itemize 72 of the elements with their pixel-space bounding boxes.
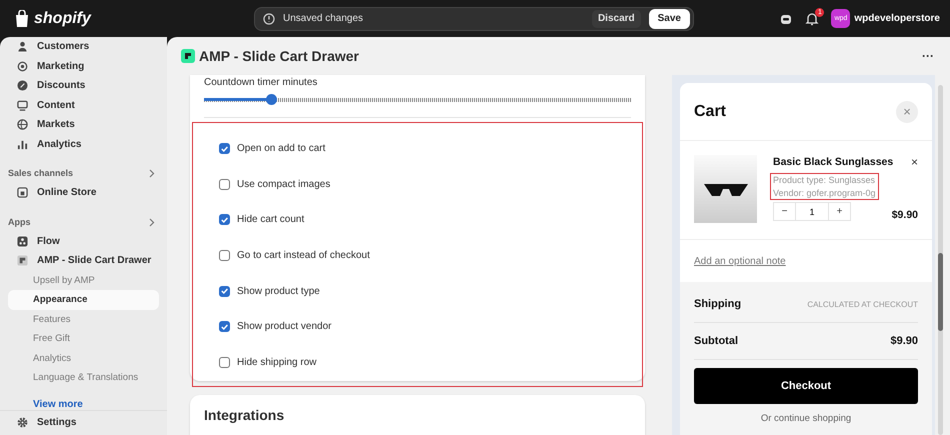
shipping-value: CALCULATED AT CHECKOUT <box>807 300 918 308</box>
nav-subitem[interactable]: Free Gift <box>8 329 159 348</box>
cart-title: Cart <box>694 102 726 120</box>
bell-icon[interactable] <box>805 12 820 26</box>
globe-icon <box>17 119 28 130</box>
monitor-icon <box>17 100 28 111</box>
nav-subitem[interactable]: Upsell by AMP <box>8 270 159 290</box>
target-icon <box>17 60 28 72</box>
shopping-bag-icon <box>14 10 30 28</box>
product-type: Product type: Sunglasses <box>773 175 876 185</box>
chevron-right-icon[interactable] <box>149 218 155 226</box>
person-icon <box>17 41 28 52</box>
chevron-right-icon[interactable] <box>149 169 155 178</box>
discount-icon <box>17 80 28 92</box>
nav-item[interactable]: AMP - Slide Cart Drawer <box>8 251 159 270</box>
checkbox-label: Go to cart instead of checkout <box>237 250 370 262</box>
product-price: $9.90 <box>892 209 918 221</box>
page-title: AMP - Slide Cart Drawer <box>199 48 360 64</box>
checkbox-label: Show product vendor <box>237 321 332 332</box>
subtotal-value: $9.90 <box>890 335 918 347</box>
app-logo-icon <box>181 49 195 63</box>
more-actions-button[interactable]: ··· <box>918 49 938 63</box>
section-heading: Sales channels <box>8 168 74 178</box>
checkbox-label: Hide cart count <box>237 214 304 226</box>
bar-chart-icon <box>17 138 28 150</box>
checkbox[interactable] <box>219 250 230 262</box>
checkbox[interactable] <box>219 214 230 226</box>
section-title: Integrations <box>204 407 286 424</box>
nav-item[interactable]: Online Store <box>8 183 159 202</box>
shipping-label: Shipping <box>694 298 742 310</box>
save-button[interactable]: Save <box>648 8 690 28</box>
info-icon <box>263 12 275 24</box>
nav-item[interactable]: Discounts <box>8 76 159 96</box>
checkbox[interactable] <box>219 321 230 332</box>
section-heading: Apps <box>8 216 30 226</box>
checkbox[interactable] <box>219 143 230 154</box>
checkout-button[interactable]: Checkout <box>694 368 918 404</box>
product-vendor: Vendor: gofer.program-0g <box>773 188 876 198</box>
checkbox-label: Hide shipping row <box>237 356 316 368</box>
subtotal-label: Subtotal <box>694 335 738 347</box>
nav-item[interactable]: Customers <box>8 37 159 56</box>
slider-label: Countdown timer minutes <box>204 77 318 88</box>
checkbox-label: Use compact images <box>237 178 330 190</box>
nav-item[interactable]: Analytics <box>8 134 159 154</box>
nav-subitem[interactable]: Language & Translations <box>8 368 159 388</box>
logo-text[interactable]: shopify <box>34 10 91 28</box>
unsaved-changes-text: Unsaved changes <box>283 13 364 24</box>
slider-thumb[interactable] <box>266 94 278 105</box>
scrollbar[interactable] <box>938 85 943 435</box>
nav-item[interactable]: Markets <box>8 115 159 134</box>
nav-subitem[interactable]: Analytics <box>8 348 159 368</box>
product-name: Basic Black Sunglasses <box>773 156 894 168</box>
checkbox-label: Open on add to cart <box>237 143 326 154</box>
nav-subitem[interactable]: Appearance <box>8 290 159 310</box>
view-more-link[interactable]: View more <box>33 398 83 410</box>
gear-icon <box>17 417 28 428</box>
nav-item[interactable]: Content <box>8 96 159 115</box>
nav-item[interactable]: Marketing <box>8 56 159 76</box>
checkbox[interactable] <box>219 178 230 190</box>
add-note-link[interactable]: Add an optional note <box>694 256 786 266</box>
nav-item[interactable]: Flow <box>8 232 159 251</box>
checkbox-label: Show product type <box>237 286 320 297</box>
store-icon <box>17 187 28 198</box>
remove-button[interactable]: × <box>910 155 918 169</box>
app-icon <box>17 255 28 266</box>
continue-shopping-link[interactable]: Or continue shopping <box>694 413 918 424</box>
store-name[interactable]: wpdeveloperstore <box>854 13 940 24</box>
checkbox[interactable] <box>219 356 230 368</box>
nav-subitem[interactable]: Features <box>8 310 159 329</box>
flow-icon <box>17 236 28 247</box>
discard-button[interactable]: Discard <box>592 10 641 28</box>
checkbox[interactable] <box>219 286 230 297</box>
